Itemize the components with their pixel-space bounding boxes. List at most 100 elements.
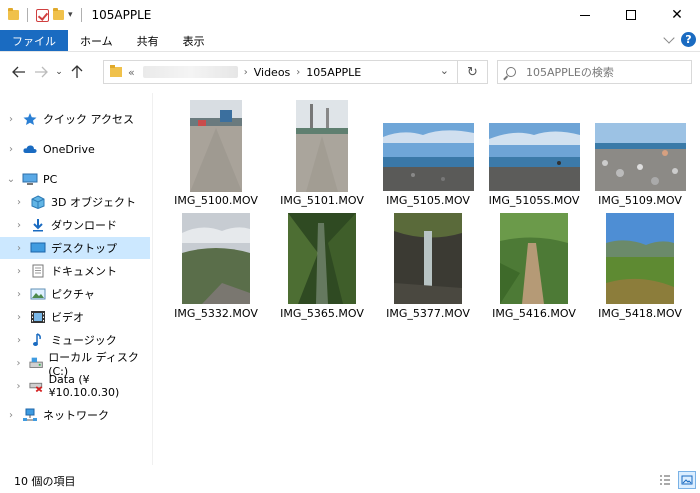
toolbar-separator (27, 8, 28, 22)
nav-item-network[interactable]: › ネットワーク (0, 404, 150, 426)
nav-item-desktop[interactable]: › デスクトップ (0, 237, 150, 259)
file-tile[interactable]: IMG_5418.MOV (588, 211, 692, 321)
expand-chevron-icon[interactable]: › (14, 335, 24, 346)
help-icon[interactable]: ? (681, 32, 696, 47)
folder-icon (110, 65, 122, 77)
breadcrumb-separator-icon[interactable]: › (244, 67, 248, 78)
expand-chevron-icon[interactable]: › (14, 358, 23, 369)
drive-icon (29, 357, 43, 368)
status-bar: 10 個の項目 (0, 468, 700, 493)
address-dropdown-chevron-icon[interactable]: ⌄ (440, 64, 449, 77)
nav-label: ドキュメント (51, 265, 117, 278)
file-tile[interactable]: IMG_5332.MOV (164, 211, 268, 321)
search-box[interactable]: 105APPLEの検索 (497, 60, 692, 84)
expand-chevron-icon[interactable]: › (14, 381, 23, 392)
file-tile[interactable]: IMG_5416.MOV (482, 211, 586, 321)
expand-chevron-icon[interactable]: › (6, 410, 16, 421)
breadcrumb-overflow[interactable]: « (128, 66, 135, 79)
file-name: IMG_5100.MOV (174, 194, 258, 207)
expand-chevron-icon[interactable]: › (14, 220, 24, 231)
forward-button[interactable] (30, 61, 52, 83)
recent-locations-dropdown[interactable]: ⌄ (52, 61, 66, 83)
back-arrow-icon (12, 66, 25, 78)
search-placeholder: 105APPLEの検索 (526, 66, 614, 79)
customize-toolbar-dropdown-icon[interactable]: ▾ (68, 10, 73, 20)
file-tile[interactable]: IMG_5377.MOV (376, 211, 480, 321)
toolbar-separator (80, 8, 82, 22)
cube-icon (31, 195, 45, 209)
tab-view[interactable]: 表示 (171, 30, 217, 51)
file-tile[interactable]: IMG_5105.MOV (376, 98, 480, 208)
tab-file[interactable]: ファイル (0, 30, 68, 51)
nav-item-network-drive[interactable]: › Data (¥¥10.10.0.30) (0, 373, 150, 399)
file-name: IMG_5105.MOV (386, 194, 470, 207)
video-thumbnail (296, 100, 348, 192)
breadcrumb-videos[interactable]: Videos (254, 66, 291, 79)
nav-label: ピクチャ (51, 288, 95, 301)
refresh-icon: ↻ (467, 64, 478, 80)
expand-ribbon-chevron-icon[interactable] (663, 31, 675, 44)
nav-label: Data (¥¥10.10.0.30) (48, 373, 120, 399)
tab-home[interactable]: ホーム (68, 30, 125, 51)
nav-item-pc[interactable]: ⌄ PC (0, 168, 150, 190)
file-tile[interactable]: IMG_5365.MOV (270, 211, 374, 321)
nav-item-local-disk[interactable]: › ローカル ディスク (C:) (0, 351, 150, 378)
address-bar[interactable]: « › Videos › 105APPLE ⌄ (103, 60, 458, 84)
film-icon (31, 311, 45, 323)
new-folder-icon[interactable] (53, 8, 64, 20)
expand-chevron-icon[interactable]: › (14, 266, 24, 277)
close-button[interactable]: ✕ (654, 0, 700, 30)
expand-chevron-icon[interactable]: › (14, 197, 24, 208)
file-name: IMG_5101.MOV (280, 194, 364, 207)
nav-item-documents[interactable]: › ドキュメント (0, 260, 150, 282)
file-name: IMG_5418.MOV (598, 307, 682, 320)
search-icon (506, 67, 516, 77)
back-button[interactable] (8, 61, 30, 83)
navigation-bar: ⌄ « › Videos › 105APPLE ⌄ ↻ 105APPLEの検索 (0, 53, 700, 91)
file-tile[interactable]: IMG_5101.MOV (270, 98, 374, 208)
file-tile[interactable]: IMG_5105S.MOV (482, 98, 586, 208)
nav-label: デスクトップ (51, 242, 117, 255)
expand-chevron-icon[interactable]: › (14, 289, 24, 300)
collapse-chevron-icon[interactable]: ⌄ (6, 174, 16, 185)
expand-chevron-icon[interactable]: › (6, 144, 16, 155)
breadcrumb-current[interactable]: 105APPLE (306, 66, 361, 79)
expand-chevron-icon[interactable]: › (14, 243, 24, 254)
nav-label: ビデオ (51, 311, 84, 324)
file-tile[interactable]: IMG_5109.MOV (588, 98, 692, 208)
download-arrow-icon (33, 219, 43, 232)
cloud-icon (23, 145, 37, 153)
minimize-button[interactable] (562, 0, 608, 30)
up-button[interactable] (66, 61, 88, 83)
video-thumbnail (606, 213, 674, 304)
star-pin-icon (23, 113, 37, 125)
properties-check-icon[interactable] (36, 8, 49, 22)
music-note-icon (33, 333, 41, 346)
refresh-button[interactable]: ↻ (458, 60, 488, 84)
nav-item-onedrive[interactable]: › OneDrive (0, 138, 150, 160)
nav-item-3d-objects[interactable]: › 3D オブジェクト (0, 191, 150, 213)
nav-label: ミュージック (51, 334, 117, 347)
tab-share[interactable]: 共有 (125, 30, 171, 51)
navigation-pane: › クイック アクセス › OneDrive ⌄ PC › 3D オブジェクト … (0, 93, 152, 465)
expand-chevron-icon[interactable]: › (6, 114, 16, 125)
file-tile[interactable]: IMG_5100.MOV (164, 98, 268, 208)
expand-chevron-icon[interactable]: › (14, 312, 24, 323)
details-view-button[interactable] (656, 471, 674, 489)
nav-item-videos[interactable]: › ビデオ (0, 306, 150, 328)
file-view: IMG_5100.MOV IMG_5101.MOV IMG_5105.MOV I… (153, 93, 700, 465)
maximize-button[interactable] (608, 0, 654, 30)
disconnected-drive-icon (29, 382, 43, 393)
large-icons-view-button[interactable] (678, 471, 696, 489)
nav-label: OneDrive (43, 142, 95, 156)
nav-label: PC (43, 172, 58, 186)
minimize-icon (580, 14, 590, 16)
nav-label: 3D オブジェクト (51, 196, 136, 209)
nav-item-pictures[interactable]: › ピクチャ (0, 283, 150, 305)
nav-label: クイック アクセス (43, 113, 134, 126)
file-name: IMG_5109.MOV (598, 194, 682, 207)
nav-item-downloads[interactable]: › ダウンロード (0, 214, 150, 236)
breadcrumb-separator-icon[interactable]: › (296, 67, 300, 78)
nav-item-quick-access[interactable]: › クイック アクセス (0, 108, 150, 130)
item-count: 10 個の項目 (14, 474, 76, 488)
